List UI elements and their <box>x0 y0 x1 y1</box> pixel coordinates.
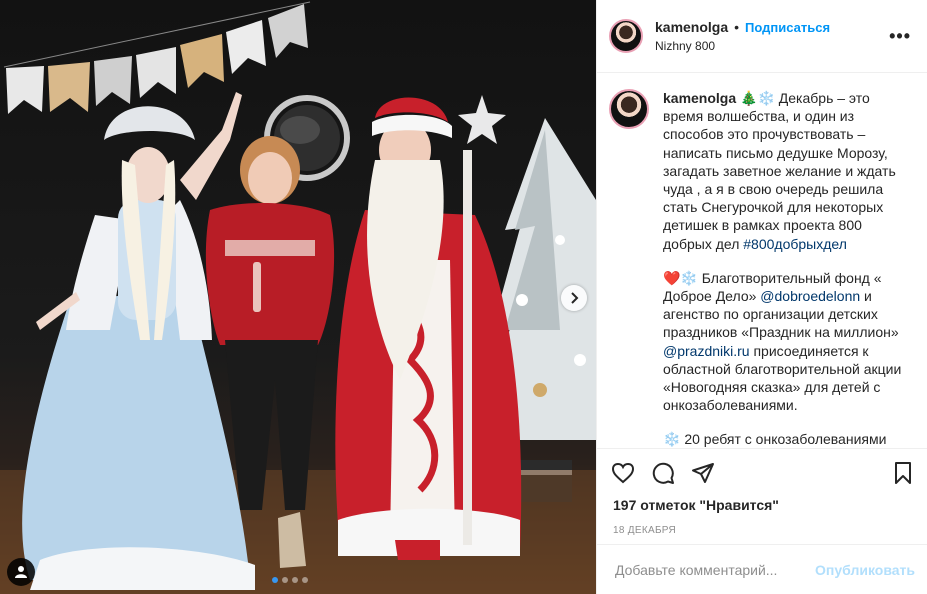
username-link[interactable]: kamenolga <box>655 19 728 35</box>
header-text: kamenolga • Подписаться Nizhny 800 <box>655 19 889 53</box>
caption-paragraph: ❤️❄️ Благотворительный фонд « Доброе Дел… <box>663 269 911 415</box>
mention-link[interactable]: @prazdniki.ru <box>663 343 750 359</box>
avatar[interactable] <box>609 89 649 129</box>
bookmark-icon <box>895 462 911 484</box>
caption-paragraph: kamenolga 🎄❄️ Декабрь – это время волшеб… <box>663 89 911 253</box>
person-icon <box>15 566 27 578</box>
instagram-post: kamenolga • Подписаться Nizhny 800 ••• k… <box>0 0 927 594</box>
carousel-dot <box>302 577 308 583</box>
caption-paragraph: ❄️ 20 ребят с онкозаболеваниями <box>663 431 887 448</box>
mention-link[interactable]: @dobroedelonn <box>760 288 860 304</box>
post-header: kamenolga • Подписаться Nizhny 800 ••• <box>597 0 927 73</box>
publish-button[interactable]: Опубликовать <box>815 562 915 578</box>
caption-text-part: 🎄❄️ Декабрь – это время волшебства, и од… <box>663 90 896 252</box>
heart-icon <box>611 462 635 484</box>
post-date[interactable]: 18 декабря <box>597 525 927 536</box>
follow-button[interactable]: Подписаться <box>745 20 830 35</box>
caption: kamenolga 🎄❄️ Декабрь – это время волшеб… <box>597 73 927 448</box>
comment-input[interactable] <box>613 560 816 579</box>
location-link[interactable]: Nizhny 800 <box>655 39 889 53</box>
more-options-icon[interactable]: ••• <box>889 26 911 47</box>
carousel-dot <box>292 577 298 583</box>
chevron-right-icon <box>571 292 579 304</box>
save-button[interactable] <box>891 461 915 485</box>
carousel-dot <box>282 577 288 583</box>
paper-plane-icon <box>692 463 714 483</box>
likes-count[interactable]: 197 отметок "Нравится" <box>597 497 927 513</box>
caption-scroll-area[interactable]: kamenolga 🎄❄️ Декабрь – это время волшеб… <box>597 73 927 448</box>
like-button[interactable] <box>611 461 635 485</box>
hashtag-link[interactable]: #800добрыхдел <box>743 236 847 252</box>
share-button[interactable] <box>691 461 715 485</box>
avatar[interactable] <box>609 19 643 53</box>
father-frost-figure <box>335 95 522 560</box>
post-actions: 197 отметок "Нравится" 18 декабря <box>597 448 927 536</box>
comment-icon <box>652 462 674 484</box>
action-icons-row <box>597 449 927 497</box>
bunting-garland <box>3 1 311 114</box>
tagged-users-button[interactable] <box>7 558 35 586</box>
comment-form: Опубликовать <box>597 544 927 594</box>
header-line: kamenolga • Подписаться <box>655 19 889 35</box>
photo-scene <box>0 1 596 594</box>
caption-username[interactable]: kamenolga <box>663 90 736 106</box>
carousel-indicator <box>272 577 308 583</box>
separator-dot: • <box>734 19 740 35</box>
caption-text: kamenolga 🎄❄️ Декабрь – это время волшеб… <box>663 89 911 448</box>
post-photo[interactable] <box>0 0 596 594</box>
carousel-dot <box>272 577 278 583</box>
carousel-next-button[interactable] <box>561 285 587 311</box>
comment-button[interactable] <box>651 461 675 485</box>
post-side-panel: kamenolga • Подписаться Nizhny 800 ••• k… <box>596 0 927 594</box>
